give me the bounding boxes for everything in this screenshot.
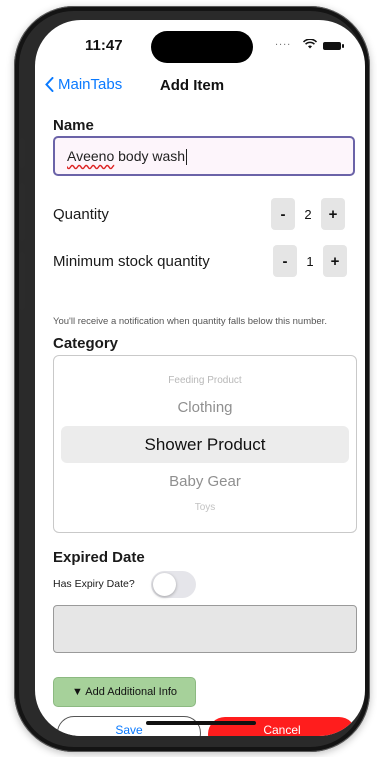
picker-option[interactable]: Clothing	[54, 399, 356, 416]
min-stock-helper-text: You'll receive a notification when quant…	[53, 316, 327, 327]
has-expiry-label: Has Expiry Date?	[53, 578, 135, 590]
battery-icon	[323, 42, 344, 50]
status-time: 11:47	[85, 37, 123, 54]
min-stock-stepper: - 1 +	[273, 245, 347, 277]
add-additional-info-button[interactable]: ▼ Add Additional Info	[53, 677, 196, 707]
cancel-button[interactable]: Cancel	[208, 717, 356, 736]
toggle-knob	[153, 573, 176, 596]
save-button[interactable]: Save	[57, 716, 201, 736]
quantity-stepper: - 2 +	[271, 198, 345, 230]
category-picker[interactable]: Feeding Product Clothing Shower Product …	[53, 355, 357, 533]
expiry-date-field[interactable]	[53, 605, 357, 653]
wifi-icon	[303, 39, 317, 49]
volume-down-button	[19, 252, 25, 310]
app-screen: 11:47 .... MainTabs Add Item Name Aveeno…	[35, 20, 365, 736]
min-stock-label: Minimum stock quantity	[53, 253, 210, 270]
picker-option[interactable]: Feeding Product	[54, 375, 356, 386]
picker-option[interactable]: Toys	[54, 502, 356, 513]
volume-up-button	[19, 183, 25, 241]
text-caret	[186, 149, 188, 166]
min-stock-decrement-button[interactable]: -	[273, 245, 297, 277]
name-label: Name	[53, 117, 94, 134]
category-label: Category	[53, 335, 119, 352]
name-input-rest: body wash	[114, 148, 186, 164]
picker-option[interactable]: Baby Gear	[54, 473, 356, 490]
quantity-increment-button[interactable]: +	[321, 198, 345, 230]
mute-switch	[19, 138, 25, 168]
quantity-value: 2	[304, 206, 312, 222]
name-input[interactable]: Aveeno body wash	[53, 136, 355, 176]
page-title: Add Item	[159, 77, 225, 94]
misspelled-word: Aveeno	[67, 148, 115, 164]
min-stock-increment-button[interactable]: +	[323, 245, 347, 277]
picker-option-selected[interactable]: Shower Product	[54, 435, 356, 455]
signal-dots: ....	[275, 36, 292, 48]
min-stock-value: 1	[306, 253, 314, 269]
home-indicator	[146, 721, 256, 725]
quantity-decrement-button[interactable]: -	[271, 198, 295, 230]
dynamic-island	[151, 31, 253, 63]
quantity-label: Quantity	[53, 206, 109, 223]
has-expiry-toggle[interactable]	[151, 571, 196, 598]
expired-date-label: Expired Date	[53, 549, 145, 566]
